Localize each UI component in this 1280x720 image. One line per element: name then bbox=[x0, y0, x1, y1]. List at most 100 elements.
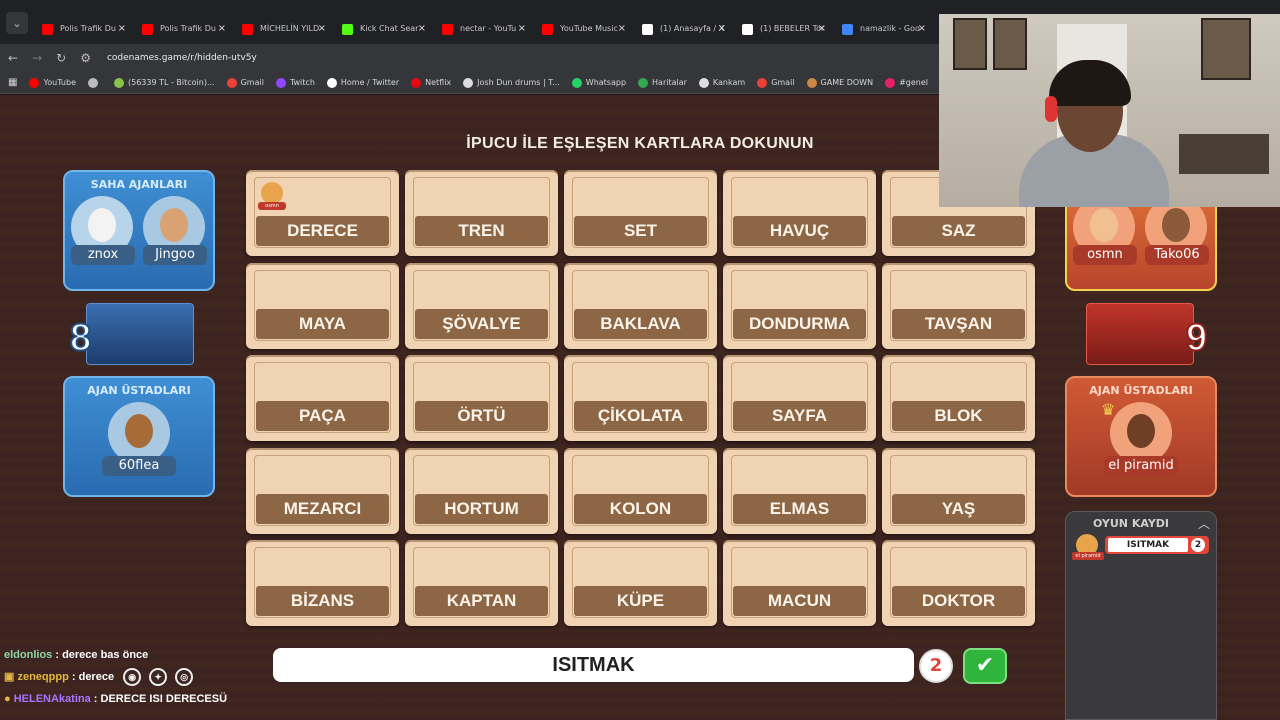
bookmark[interactable]: Kankam bbox=[698, 77, 745, 88]
tab-title: (1) Anasayfa / X bbox=[660, 24, 725, 33]
tab-favicon-icon bbox=[442, 24, 453, 35]
word-card[interactable]: DERECE osmn bbox=[246, 170, 399, 256]
reload-icon[interactable]: ↻ bbox=[56, 51, 66, 65]
word-card[interactable]: BLOK bbox=[882, 355, 1035, 441]
poster bbox=[1201, 18, 1251, 80]
word-card[interactable]: TAVŞAN bbox=[882, 262, 1035, 349]
bookmark-icon bbox=[885, 77, 896, 88]
bookmark[interactable]: Home / Twitter bbox=[326, 77, 399, 88]
tab-search-chevron-icon[interactable]: ⌄ bbox=[6, 12, 28, 34]
bookmark[interactable]: #genel bbox=[885, 77, 928, 88]
browser-tab[interactable]: MİCHELİN YILD × bbox=[232, 14, 332, 44]
site-info-icon[interactable]: ⚙ bbox=[80, 51, 91, 65]
word-card[interactable]: SAYFA bbox=[723, 355, 876, 441]
close-icon[interactable]: × bbox=[718, 14, 726, 44]
blue-score: 8 bbox=[69, 303, 194, 365]
game-log: OYUN KAYDI ︿ el piramid ISITMAK 2 bbox=[1065, 511, 1217, 720]
word-card[interactable]: MACUN bbox=[723, 540, 876, 626]
url-field[interactable]: codenames.game/r/hidden-utv5y bbox=[107, 53, 257, 63]
close-icon[interactable]: × bbox=[418, 14, 426, 44]
close-icon[interactable]: × bbox=[618, 14, 626, 44]
bookmark[interactable]: (56339 TL - Bitcoin)... bbox=[113, 77, 215, 88]
bookmark-label: Gmail bbox=[240, 78, 264, 87]
word-card[interactable]: YAŞ bbox=[882, 447, 1035, 534]
tab-title: (1) BEBELER Tor bbox=[760, 24, 825, 33]
person-avatar-icon bbox=[1127, 414, 1155, 448]
word-card[interactable]: KOLON bbox=[564, 447, 717, 534]
blue-spymasters-title: AJAN ÜSTADLARI bbox=[87, 384, 191, 397]
tab-favicon-icon bbox=[242, 24, 253, 35]
bookmark[interactable]: Haritalar bbox=[638, 77, 687, 88]
bookmark[interactable]: GAME DOWN bbox=[806, 77, 873, 88]
word-card[interactable]: KÜPE bbox=[564, 540, 717, 626]
word-card[interactable]: SET bbox=[564, 170, 717, 256]
word-card[interactable]: KAPTAN bbox=[405, 540, 558, 626]
back-icon[interactable]: ← bbox=[8, 51, 18, 65]
word-card[interactable]: HORTUM bbox=[405, 447, 558, 534]
bookmark[interactable]: Gmail bbox=[226, 77, 264, 88]
webcam-overlay bbox=[939, 14, 1280, 207]
person-avatar-icon bbox=[1090, 208, 1118, 242]
card-word: SET bbox=[574, 216, 707, 246]
card-word: DOKTOR bbox=[892, 586, 1025, 616]
player-name: znox bbox=[71, 245, 135, 265]
close-icon[interactable]: × bbox=[518, 14, 526, 44]
word-card[interactable]: BAKLAVA bbox=[564, 262, 717, 349]
card-word: DERECE bbox=[256, 216, 389, 246]
tab-favicon-icon bbox=[842, 24, 853, 35]
log-clue-word: ISITMAK bbox=[1108, 538, 1188, 552]
clue-input[interactable]: ISITMAK bbox=[273, 648, 914, 682]
bookmark[interactable]: YouTube bbox=[29, 77, 76, 88]
card-word: YAŞ bbox=[892, 493, 1025, 524]
stream-chat-overlay: eldonlios : derece bas önce ▣ zeneqppp :… bbox=[4, 644, 284, 710]
browser-tab[interactable]: (1) BEBELER Tor × bbox=[732, 14, 832, 44]
word-card[interactable]: ŞÖVALYE bbox=[405, 262, 558, 349]
close-icon[interactable]: × bbox=[818, 14, 826, 44]
card-word: PAÇA bbox=[256, 401, 389, 431]
bookmark[interactable]: Gmail bbox=[757, 77, 795, 88]
card-word: ÖRTÜ bbox=[415, 401, 548, 431]
forward-icon[interactable]: → bbox=[32, 51, 42, 65]
browser-tab[interactable]: Polis Trafik Du × bbox=[132, 14, 232, 44]
close-icon[interactable]: × bbox=[218, 14, 226, 44]
close-icon[interactable]: × bbox=[918, 14, 926, 44]
word-card[interactable]: MEZARCI bbox=[246, 447, 399, 534]
bookmark[interactable]: Josh Dun drums | T... bbox=[463, 77, 560, 88]
word-card[interactable]: PAÇA bbox=[246, 355, 399, 441]
red-score-value: 9 bbox=[1185, 316, 1208, 360]
word-card[interactable]: DONDURMA bbox=[723, 262, 876, 349]
browser-tab[interactable]: nectar - YouTu × bbox=[432, 14, 532, 44]
poster bbox=[993, 18, 1027, 70]
chevron-up-icon[interactable]: ︿ bbox=[1198, 515, 1210, 532]
word-card[interactable]: ÖRTÜ bbox=[405, 355, 558, 441]
tab-favicon-icon bbox=[42, 24, 53, 35]
bookmark[interactable]: Twitch bbox=[275, 77, 315, 88]
close-icon[interactable]: × bbox=[118, 14, 126, 44]
word-card[interactable]: ELMAS bbox=[723, 447, 876, 534]
close-icon[interactable]: × bbox=[318, 14, 326, 44]
social-icons: ◉ ✦ ◎ bbox=[123, 668, 194, 687]
apps-grid-icon[interactable]: ▦ bbox=[8, 77, 17, 88]
tab-favicon-icon bbox=[742, 24, 753, 35]
word-card[interactable]: DOKTOR bbox=[882, 540, 1035, 626]
card-word: MACUN bbox=[733, 586, 866, 616]
bookmark[interactable]: Netflix bbox=[411, 77, 451, 88]
browser-tab[interactable]: namazlik - Goo × bbox=[832, 14, 932, 44]
word-card[interactable]: MAYA bbox=[246, 262, 399, 349]
confirm-clue-button[interactable]: ✔ bbox=[963, 648, 1007, 684]
red-agent-picture bbox=[1086, 303, 1194, 365]
card-word: MEZARCI bbox=[256, 493, 389, 524]
bookmark[interactable]: Whatsapp bbox=[571, 77, 626, 88]
word-card[interactable]: HAVUÇ bbox=[723, 170, 876, 256]
browser-tab[interactable]: Kick Chat Sear × bbox=[332, 14, 432, 44]
chat-text: DERECE ISI DERECESÜ bbox=[100, 693, 228, 705]
browser-tab[interactable]: YouTube Music × bbox=[532, 14, 632, 44]
browser-tab[interactable]: (1) Anasayfa / X × bbox=[632, 14, 732, 44]
word-card[interactable]: BİZANS bbox=[246, 540, 399, 626]
word-card[interactable]: TREN bbox=[405, 170, 558, 256]
card-word: BİZANS bbox=[256, 586, 389, 616]
clue-number-selector[interactable]: 2 bbox=[919, 649, 953, 683]
word-card[interactable]: ÇİKOLATA bbox=[564, 355, 717, 441]
browser-tab[interactable]: Polis Trafik Du × bbox=[32, 14, 132, 44]
bookmark[interactable] bbox=[87, 77, 102, 88]
